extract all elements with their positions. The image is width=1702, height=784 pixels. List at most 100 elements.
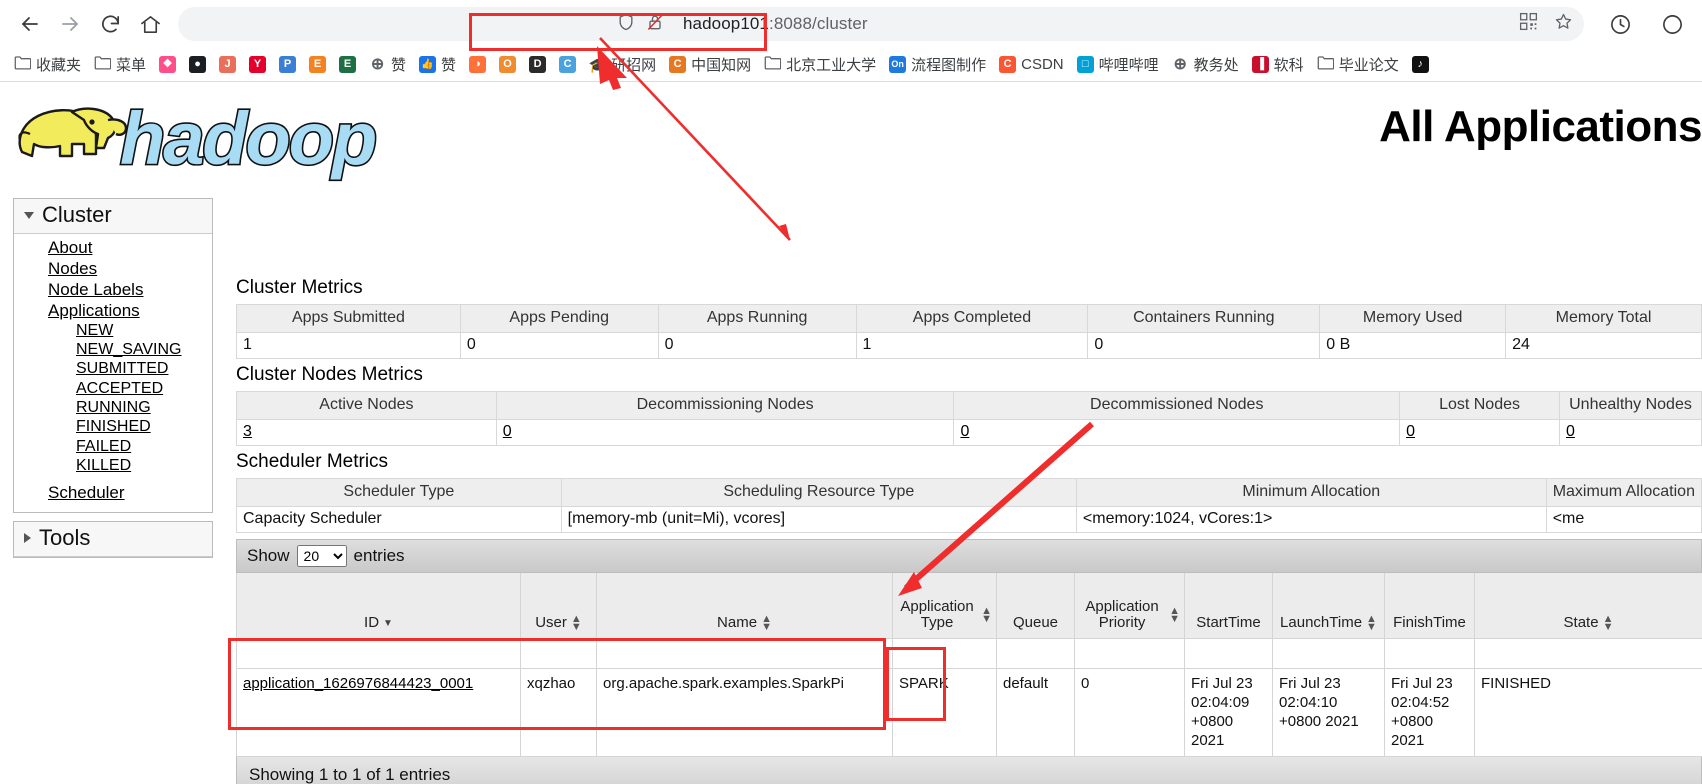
sidebar-item-scheduler[interactable]: Scheduler	[14, 483, 212, 504]
sidebar-item-running[interactable]: RUNNING	[14, 399, 212, 418]
sort-both-icon[interactable]: ▲ ▼	[1603, 613, 1614, 633]
cluster-metrics-value-cell: 1	[855, 332, 1089, 359]
metric-link[interactable]: 0	[1406, 423, 1415, 440]
apps-column-header[interactable]: Application Priority ▲ ▼	[1074, 572, 1185, 640]
bookmark-item[interactable]: ⊕ 赞	[363, 51, 412, 78]
sidebar-tools-header[interactable]: Tools	[14, 521, 212, 557]
qr-code-icon[interactable]	[1518, 11, 1539, 37]
not-secure-icon[interactable]	[645, 12, 665, 37]
bookmark-item[interactable]: P	[273, 53, 302, 76]
chevron-right-icon[interactable]	[24, 532, 31, 543]
bookmark-item[interactable]: ●	[183, 53, 212, 76]
bookmark-item[interactable]: ◑	[463, 53, 492, 76]
address-bar[interactable]: hadoop101:8088/cluster	[178, 7, 1584, 51]
cluster-nodes-metrics-value-cell[interactable]: 0	[1399, 419, 1560, 446]
sort-both-icon[interactable]: ▲ ▼	[571, 613, 582, 633]
apps-filter-cell[interactable]	[1474, 638, 1702, 670]
sidebar-item-accepted[interactable]: ACCEPTED	[14, 380, 212, 399]
sort-both-icon[interactable]: ▲ ▼	[1169, 605, 1180, 625]
cluster-nodes-metrics-value-cell[interactable]: 0	[1558, 419, 1702, 446]
cluster-nodes-metrics-value-cell[interactable]: 0	[953, 419, 1401, 446]
sidebar-item-new[interactable]: NEW	[14, 322, 212, 341]
cluster-nodes-metrics-value-cell[interactable]: 3	[236, 419, 497, 446]
apps-column-header[interactable]: Queue	[996, 572, 1075, 640]
apps-filter-cell[interactable]	[1384, 638, 1475, 670]
bookmark-item[interactable]: 👍 赞	[413, 51, 462, 78]
bookmark-item[interactable]: 毕业论文	[1311, 51, 1405, 78]
bookmark-item[interactable]: 🎓 研招网	[583, 51, 662, 78]
apps-filter-cell[interactable]	[1184, 638, 1273, 670]
reload-icon[interactable]	[90, 4, 130, 44]
apps-filter-cell[interactable]	[236, 638, 521, 670]
metric-link[interactable]: 0	[960, 423, 969, 440]
apps-filter-cell[interactable]	[1272, 638, 1385, 670]
bookmark-item[interactable]: □ 哔哩哔哩	[1071, 51, 1165, 78]
apps-filter-cell[interactable]	[520, 638, 597, 670]
bookmark-item[interactable]: ⊕ 教务处	[1166, 51, 1245, 78]
sidebar-item-submitted[interactable]: SUBMITTED	[14, 360, 212, 379]
apps-filter-cell[interactable]	[892, 638, 997, 670]
bookmark-item[interactable]: ♪	[1406, 53, 1435, 76]
profile-avatar-icon[interactable]	[1652, 4, 1692, 44]
sort-both-icon[interactable]: ▲ ▼	[761, 613, 772, 633]
apps-column-header[interactable]: Application Type ▲ ▼	[892, 572, 997, 640]
apps-column-header[interactable]: StartTime	[1184, 572, 1273, 640]
table-row[interactable]: application_1626976844423_0001 xqzhao org.…	[236, 668, 1702, 758]
history-clock-icon[interactable]	[1600, 4, 1640, 44]
hadoop-logo[interactable]: hadoop	[8, 90, 379, 182]
sort-desc-icon[interactable]: ▼	[383, 618, 393, 629]
bookmark-item[interactable]: 北京工业大学	[758, 51, 882, 78]
sort-both-icon[interactable]: ▲ ▼	[1366, 613, 1377, 633]
forward-arrow-icon[interactable]	[50, 4, 90, 44]
scheduler-metrics-header-cell: Scheduler Type	[236, 477, 562, 507]
cluster-nodes-metrics-value-cell[interactable]: 0	[495, 419, 955, 446]
sidebar-item-finished[interactable]: FINISHED	[14, 418, 212, 437]
apps-filter-cell[interactable]	[1074, 638, 1185, 670]
bookmark-item[interactable]: C	[553, 53, 582, 76]
metric-link[interactable]: 0	[1566, 423, 1575, 440]
bookmark-item[interactable]: E	[303, 53, 332, 76]
sidebar-cluster-header[interactable]: Cluster	[14, 199, 212, 234]
apps-column-header[interactable]: User ▲ ▼	[520, 572, 597, 640]
bookmark-item[interactable]: ❖	[153, 53, 182, 76]
bookmark-item[interactable]: C CSDN	[993, 53, 1070, 76]
bookmark-star-icon[interactable]	[1553, 11, 1574, 37]
apps-column-header[interactable]: ID ▼	[236, 572, 521, 640]
apps-column-header[interactable]: LaunchTime ▲ ▼	[1272, 572, 1385, 640]
chevron-down-icon[interactable]	[24, 211, 34, 219]
cluster-nodes-metrics-header-cell: Unhealthy Nodes	[1558, 390, 1702, 420]
apps-column-header[interactable]: Name ▲ ▼	[596, 572, 893, 640]
bookmark-item[interactable]: ▐ 软科	[1246, 51, 1310, 78]
shield-icon[interactable]	[616, 12, 636, 37]
bookmark-item[interactable]: Y	[243, 53, 272, 76]
application-id-link[interactable]: application_1626976844423_0001	[243, 675, 473, 692]
bookmark-item[interactable]: On 流程图制作	[883, 51, 992, 78]
bookmark-item[interactable]: D	[523, 53, 552, 76]
metric-link[interactable]: 0	[503, 423, 512, 440]
browser-right-actions	[1594, 4, 1692, 44]
column-sort-wrap: LaunchTime ▲ ▼	[1280, 613, 1377, 633]
bookmark-item[interactable]: C 中国知网	[663, 51, 757, 78]
sidebar-item-failed[interactable]: FAILED	[14, 438, 212, 457]
bookmark-item[interactable]: 菜单	[88, 51, 152, 78]
apps-column-header[interactable]: State ▲ ▼	[1474, 572, 1702, 640]
apps-filter-cell[interactable]	[596, 638, 893, 670]
sort-both-icon[interactable]: ▲ ▼	[981, 605, 992, 625]
bookmark-item[interactable]: O	[493, 53, 522, 76]
sidebar-item-nodes[interactable]: Nodes	[14, 259, 212, 280]
sidebar-item-applications[interactable]: Applications	[14, 301, 212, 322]
bookmark-item[interactable]: 收藏夹	[8, 51, 87, 78]
sidebar-item-about[interactable]: About	[14, 238, 212, 259]
sidebar-item-node-labels[interactable]: Node Labels	[14, 280, 212, 301]
apps-cell-id[interactable]: application_1626976844423_0001	[236, 668, 521, 758]
back-arrow-icon[interactable]	[10, 4, 50, 44]
apps-column-header[interactable]: FinishTime	[1384, 572, 1475, 640]
home-icon[interactable]	[130, 4, 170, 44]
bookmark-item[interactable]: E	[333, 53, 362, 76]
entries-per-page-select[interactable]: 2050100	[296, 544, 347, 567]
bookmark-item[interactable]: J	[213, 53, 242, 76]
sidebar-item-new-saving[interactable]: NEW_SAVING	[14, 341, 212, 360]
apps-filter-cell[interactable]	[996, 638, 1075, 670]
metric-link[interactable]: 3	[243, 423, 252, 440]
sidebar-item-killed[interactable]: KILLED	[14, 457, 212, 476]
